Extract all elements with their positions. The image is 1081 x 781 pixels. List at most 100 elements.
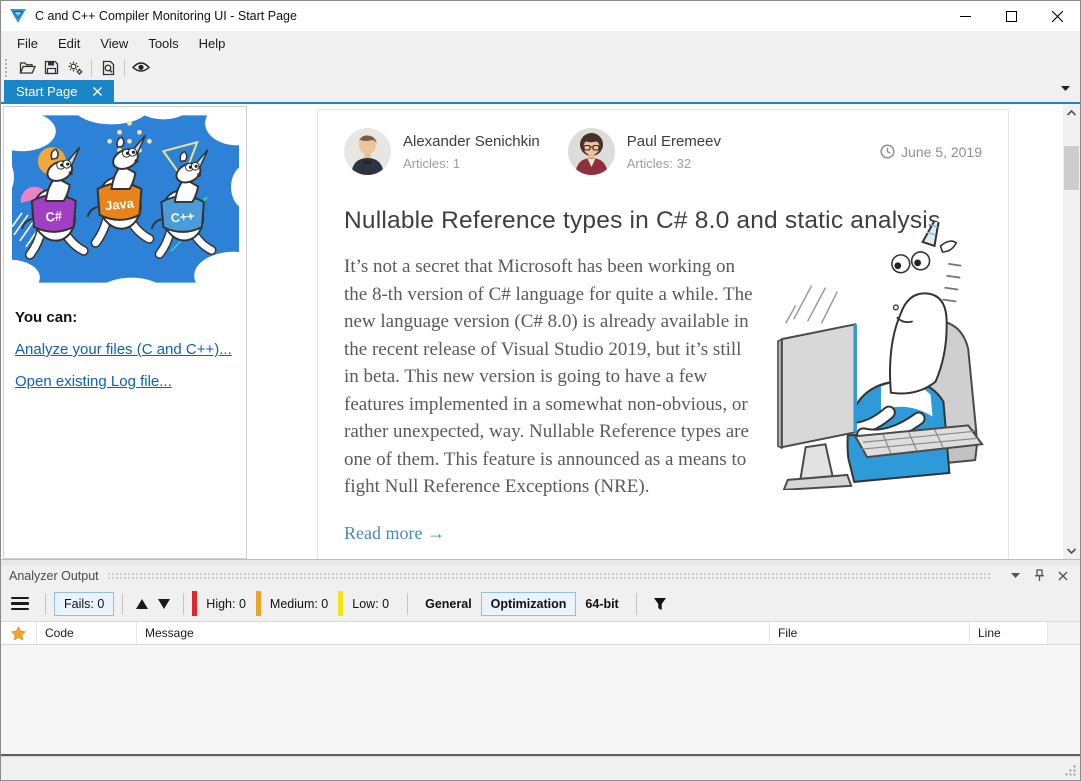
read-more-link[interactable]: Read more → <box>344 523 445 544</box>
tab-list-dropdown-icon[interactable] <box>1061 86 1070 91</box>
column-header-code[interactable]: Code <box>37 622 137 644</box>
avatar-alexander <box>344 128 391 175</box>
medium-severity-bar-icon <box>256 591 261 616</box>
author-name: Alexander Senichkin <box>403 133 540 150</box>
high-severity-label: High: 0 <box>206 597 246 611</box>
favorite-column-header[interactable] <box>1 622 37 644</box>
unicorns-banner-image: C# Java <box>12 115 239 283</box>
link-analyze-files[interactable]: Analyze your files (C and C++)... <box>12 341 238 358</box>
save-icon[interactable] <box>39 57 63 79</box>
minimize-icon[interactable] <box>942 1 988 31</box>
main-toolbar <box>1 55 1080 80</box>
tab-close-icon[interactable] <box>93 87 102 96</box>
pvs-studio-logo-icon <box>9 7 27 25</box>
menu-bar: File Edit View Tools Help <box>1 31 1080 55</box>
fails-filter-button[interactable]: Fails: 0 <box>54 592 114 616</box>
status-bar <box>1 756 1080 780</box>
toolbar-separator <box>122 593 123 615</box>
resize-grip-icon[interactable] <box>1064 764 1077 777</box>
results-table-header: Code Message File Line <box>1 621 1080 645</box>
author-meta: Alexander Senichkin Articles: 1 <box>403 133 540 171</box>
analyzer-toolbar: Fails: 0 High: 0 Medium: 0 Low: 0 <box>1 586 1080 621</box>
panel-menu-chevron-icon[interactable] <box>1006 568 1024 584</box>
analyzer-output-panel: Analyzer Output Fails: 0 <box>1 565 1080 756</box>
sidebar-heading: You can: <box>12 309 238 326</box>
low-severity-filter[interactable]: Low: 0 <box>338 591 389 616</box>
unicorn-at-computer-illustration <box>764 222 992 490</box>
toolbar-separator <box>91 59 92 77</box>
shirt-label-java: Java <box>104 195 135 213</box>
column-header-file[interactable]: File <box>770 622 970 644</box>
low-severity-label: Low: 0 <box>352 597 389 611</box>
filter-64bit-button[interactable]: 64-bit <box>576 592 627 616</box>
menu-view[interactable]: View <box>90 33 138 54</box>
app-window: C and C++ Compiler Monitoring UI - Start… <box>0 0 1081 781</box>
previous-message-icon[interactable] <box>131 593 153 615</box>
author-2: Paul Eremeev Articles: 32 <box>568 128 721 175</box>
toolbar-separator <box>124 59 125 77</box>
column-header-message[interactable]: Message <box>137 622 770 644</box>
high-severity-bar-icon <box>192 591 197 616</box>
author-name: Paul Eremeev <box>627 133 721 150</box>
author-articles-count: Articles: 32 <box>627 156 721 171</box>
sidebar-panel: C# Java <box>3 106 247 559</box>
toolbar-separator <box>407 593 408 615</box>
scroll-up-icon[interactable] <box>1063 104 1080 121</box>
column-header-line[interactable]: Line <box>970 622 1048 644</box>
window-controls <box>942 1 1080 31</box>
clock-icon <box>880 144 895 159</box>
article-header: Alexander Senichkin Articles: 1 <box>344 128 982 175</box>
toolbar-grip[interactable] <box>5 59 11 77</box>
medium-severity-label: Medium: 0 <box>270 597 328 611</box>
menu-help[interactable]: Help <box>189 33 236 54</box>
author-meta: Paul Eremeev Articles: 32 <box>627 133 721 171</box>
close-icon[interactable] <box>1034 1 1080 31</box>
author-1: Alexander Senichkin Articles: 1 <box>344 128 540 175</box>
tab-label: Start Page <box>16 84 77 99</box>
toolbar-separator <box>183 593 184 615</box>
low-severity-bar-icon <box>338 591 343 616</box>
tab-strip: Start Page <box>1 80 1080 104</box>
high-severity-filter[interactable]: High: 0 <box>192 591 246 616</box>
maximize-icon[interactable] <box>988 1 1034 31</box>
column-header-gutter <box>1048 622 1080 644</box>
analyze-file-icon[interactable] <box>96 57 120 79</box>
article-body: It’s not a secret that Microsoft has bee… <box>344 253 759 501</box>
analyzer-output-title: Analyzer Output <box>9 569 99 583</box>
scroll-down-icon[interactable] <box>1063 542 1080 559</box>
article-date: June 5, 2019 <box>880 144 982 160</box>
hamburger-menu-icon[interactable] <box>11 597 29 611</box>
panel-drag-texture[interactable] <box>107 572 992 581</box>
link-open-log[interactable]: Open existing Log file... <box>12 373 238 390</box>
shirt-label-csharp: C# <box>45 208 63 225</box>
results-table-body[interactable] <box>1 645 1080 754</box>
filter-funnel-icon[interactable] <box>647 592 673 616</box>
star-icon <box>11 626 26 641</box>
article-card: Alexander Senichkin Articles: 1 <box>317 109 1009 559</box>
next-message-icon[interactable] <box>153 593 175 615</box>
filter-general-button[interactable]: General <box>416 592 481 616</box>
toolbar-separator <box>45 593 46 615</box>
panel-close-icon[interactable] <box>1054 568 1072 584</box>
analyzer-output-header: Analyzer Output <box>1 565 1080 586</box>
date-text: June 5, 2019 <box>901 144 982 160</box>
content-vertical-scrollbar[interactable] <box>1063 104 1080 559</box>
author-articles-count: Articles: 1 <box>403 156 540 171</box>
scrollbar-thumb[interactable] <box>1064 146 1079 190</box>
tab-start-page[interactable]: Start Page <box>4 80 114 102</box>
avatar-paul <box>568 128 615 175</box>
menu-tools[interactable]: Tools <box>138 33 188 54</box>
settings-gears-icon[interactable] <box>63 57 87 79</box>
window-title: C and C++ Compiler Monitoring UI - Start… <box>35 9 297 23</box>
pin-icon[interactable] <box>1030 568 1048 584</box>
filter-optimization-button[interactable]: Optimization <box>481 592 577 616</box>
open-folder-icon[interactable] <box>15 57 39 79</box>
menu-file[interactable]: File <box>7 33 48 54</box>
menu-edit[interactable]: Edit <box>48 33 90 54</box>
toolbar-separator <box>636 593 637 615</box>
start-page-content: C# Java <box>1 104 1080 559</box>
medium-severity-filter[interactable]: Medium: 0 <box>256 591 328 616</box>
title-bar: C and C++ Compiler Monitoring UI - Start… <box>1 1 1080 31</box>
eye-icon[interactable] <box>129 57 153 79</box>
shirt-label-cpp: C++ <box>170 209 195 225</box>
